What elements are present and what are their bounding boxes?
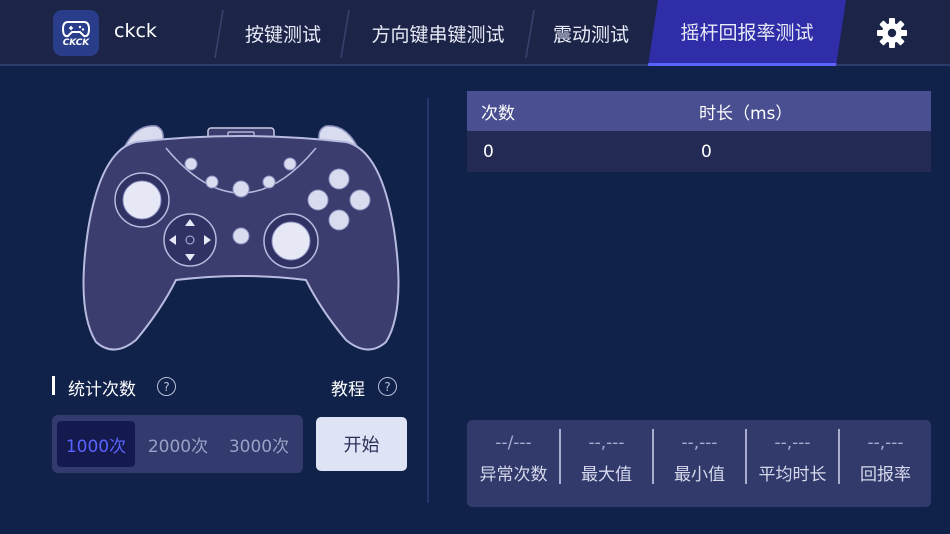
stat-label: 异常次数 [479,465,548,485]
gamepad-logo-icon [62,20,90,37]
count-help-icon[interactable]: ? [157,377,176,396]
stat-label: 回报率 [860,465,911,485]
tab-button-test[interactable]: 按键测试 [224,0,342,66]
stat-value: --,--- [774,433,811,453]
tutorial-link[interactable]: 教程 [331,375,365,400]
stat-average: --,--- 平均时长 [746,420,839,507]
stat-abnormal-count: --/--- 异常次数 [467,420,560,507]
table-row: 0 0 [467,131,931,172]
results-table-header: 次数 时长（ms） [467,91,931,131]
stat-label: 最小值 [674,465,725,485]
gear-icon[interactable] [876,17,908,49]
stat-value: --/--- [495,433,532,453]
tab-vibration-test[interactable]: 震动测试 [535,0,647,66]
stat-value: --,--- [588,433,625,453]
section-marker [52,376,55,395]
stat-label: 最大值 [581,465,632,485]
count-selector: 1000次 2000次 3000次 [52,415,303,473]
logo-text: CKCK [62,37,90,48]
count-option-3000[interactable]: 3000次 [220,421,298,467]
tab-dpad-chain-test[interactable]: 方向键串键测试 [350,0,526,66]
app-logo: CKCK [53,10,99,56]
app-name: ckck [114,20,157,42]
top-bar: CKCK ckck 按键测试 方向键串键测试 震动测试 摇杆回报率测试 [0,0,950,66]
count-option-2000[interactable]: 2000次 [139,421,217,467]
stat-value: --,--- [681,433,718,453]
gamepad-illustration [82,125,400,351]
count-option-1000[interactable]: 1000次 [57,421,135,467]
start-button[interactable]: 开始 [316,417,407,471]
tab-separator [214,10,224,58]
cell-duration: 0 [701,141,712,162]
tutorial-help-icon[interactable]: ? [378,377,397,396]
column-header-duration: 时长（ms） [699,103,793,124]
tab-separator [340,10,350,58]
cell-count: 0 [483,141,494,162]
column-header-count: 次数 [481,103,515,124]
count-section-title: 统计次数 [68,380,136,400]
stat-label: 平均时长 [758,465,827,485]
stats-summary: --/--- 异常次数 --,--- 最大值 --,--- 最小值 --,---… [467,420,931,507]
stat-polling-rate: --,--- 回报率 [839,420,932,507]
panel-divider [427,98,429,503]
stat-min: --,--- 最小值 [653,420,746,507]
stat-max: --,--- 最大值 [560,420,653,507]
tab-separator [525,10,535,58]
stat-value: --,--- [867,433,904,453]
tab-stick-polling-rate-test[interactable]: 摇杆回报率测试 [648,0,846,66]
